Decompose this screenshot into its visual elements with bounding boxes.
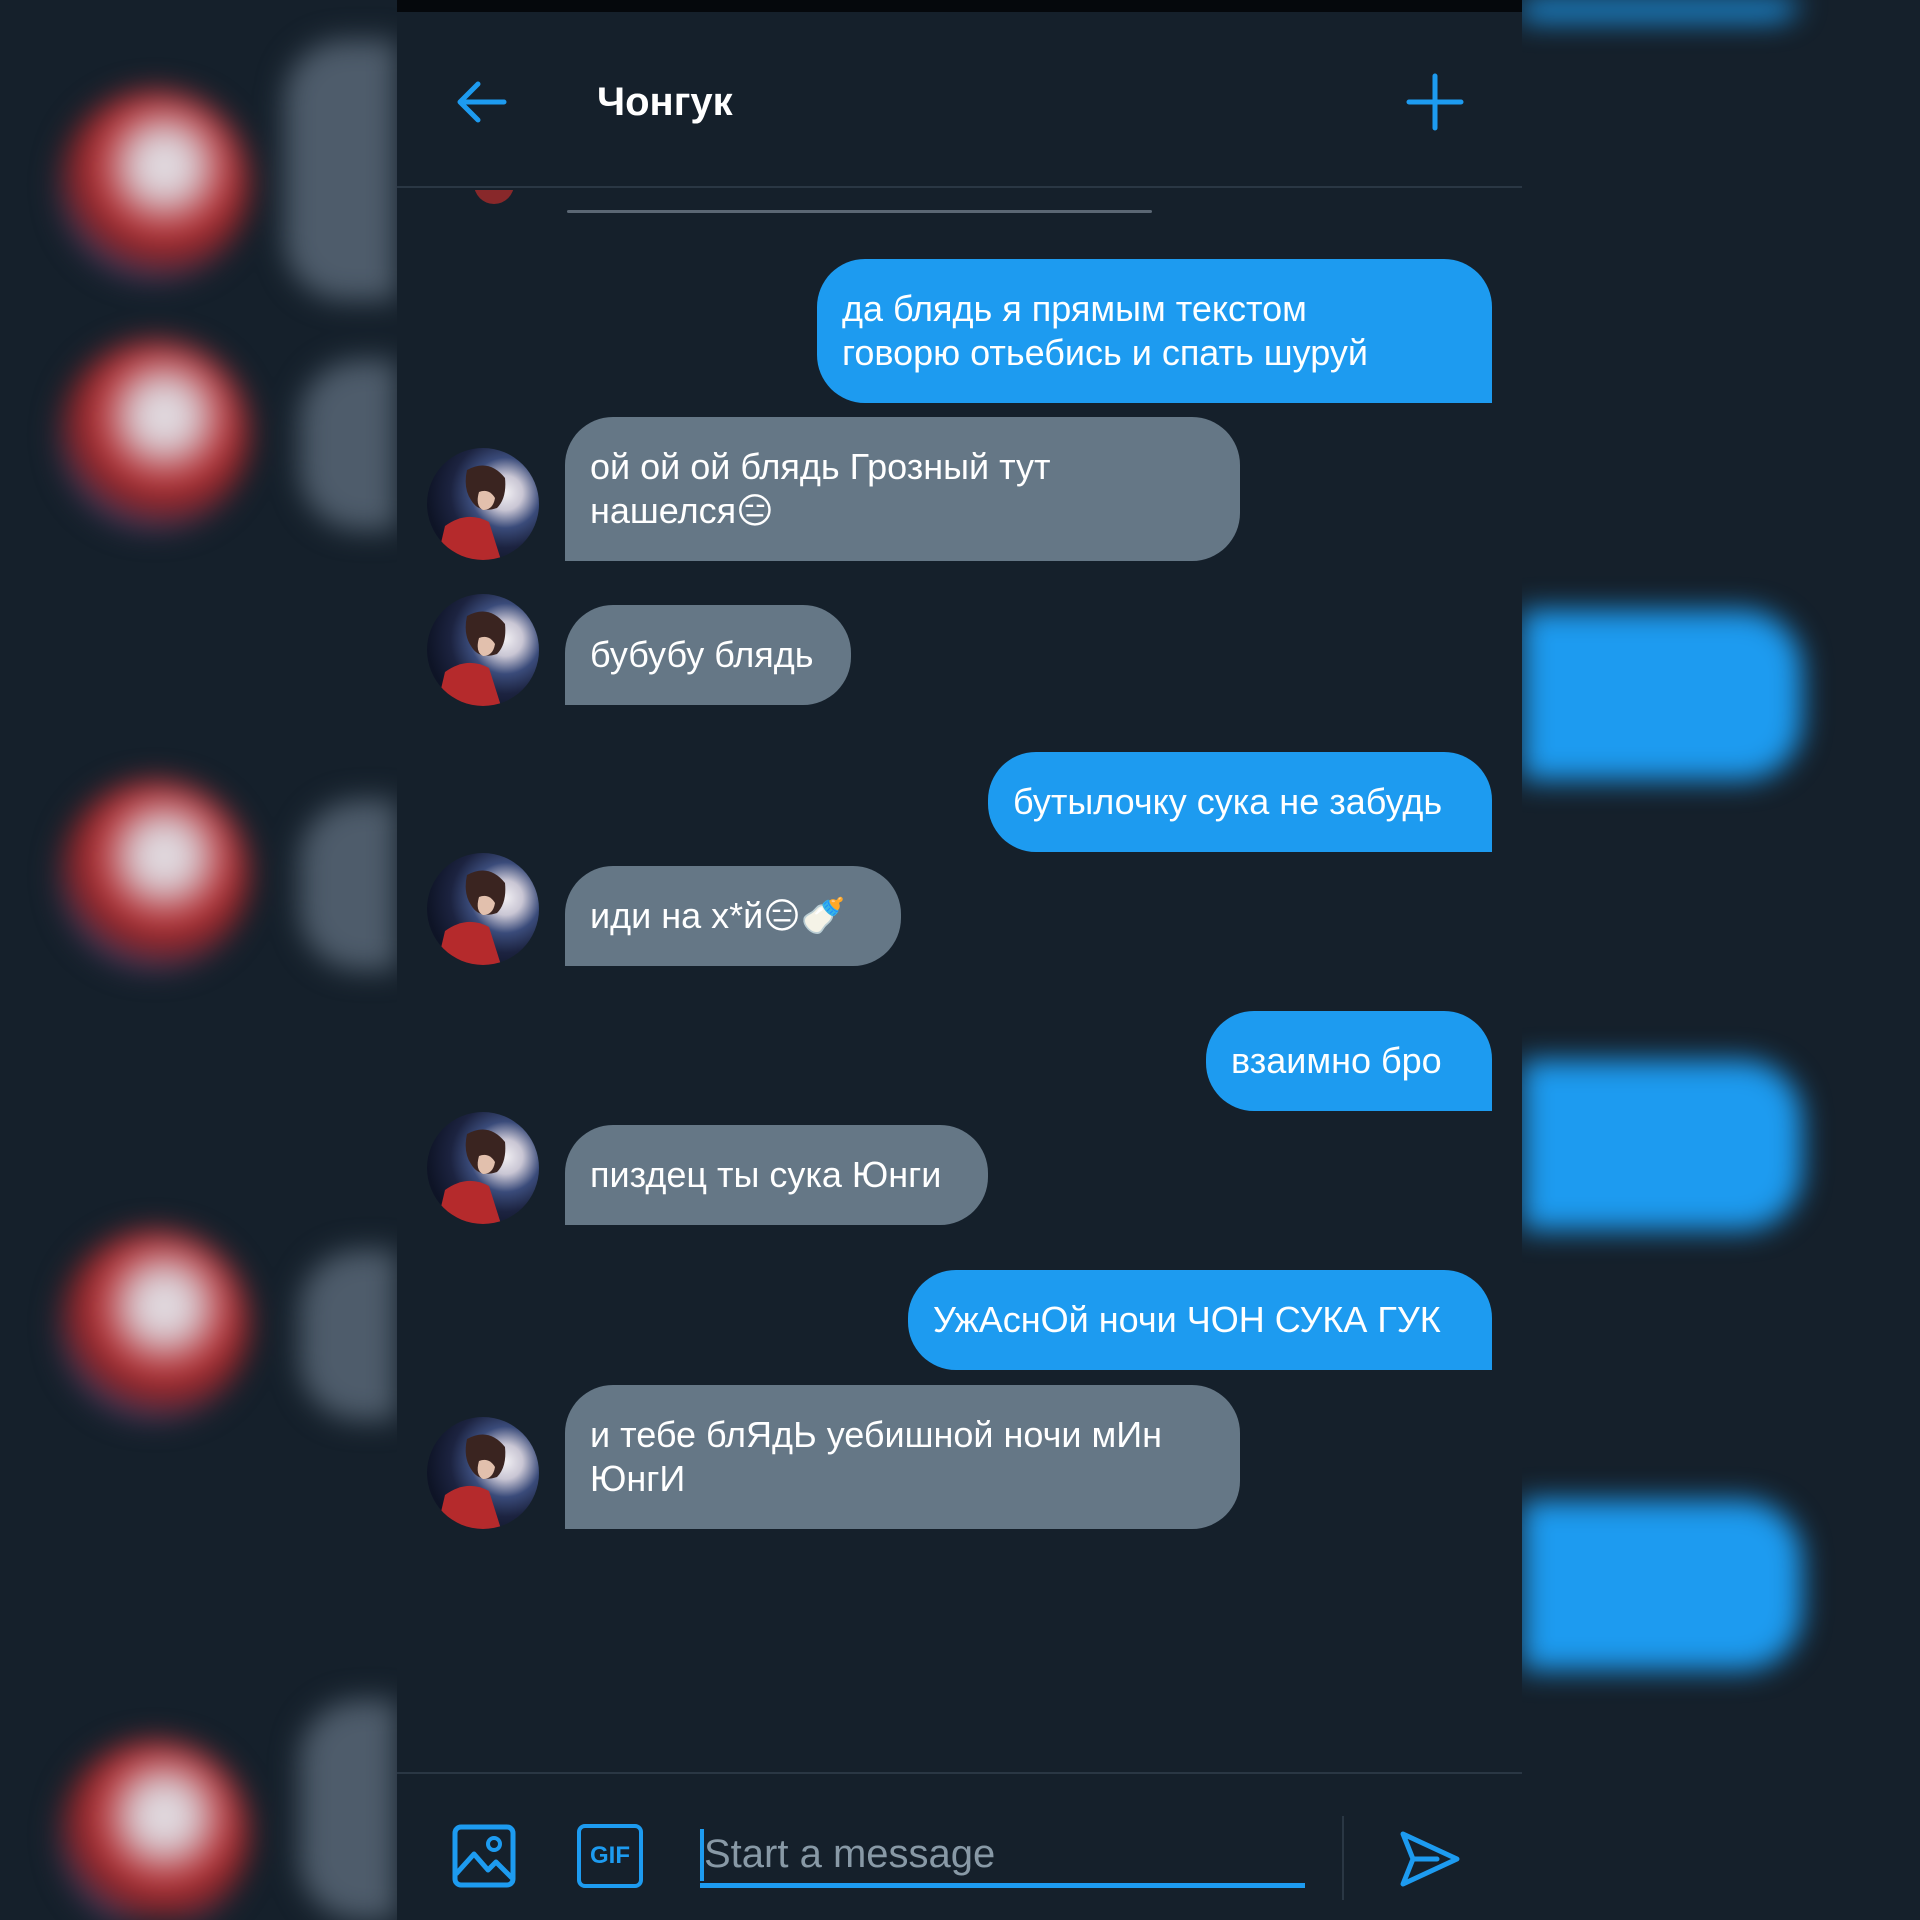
incoming-message[interactable]: пиздец ты сука Юнги [565, 1125, 988, 1225]
outgoing-message[interactable]: взаимно бро [1206, 1011, 1492, 1111]
message-text: ой ой ой блядь Грозный тут нашелся😑 [590, 446, 1051, 531]
image-icon [452, 1824, 516, 1888]
blurred-bubble [300, 800, 397, 970]
plus-icon [1406, 73, 1464, 131]
avatar[interactable] [427, 1417, 539, 1529]
avatar[interactable] [427, 1112, 539, 1224]
blurred-avatar [60, 340, 250, 530]
incoming-message[interactable]: иди на х*й😑🍼 [565, 866, 901, 966]
message-text: УжАснОй ночи ЧОН СУКА ГУК [933, 1299, 1441, 1340]
incoming-message[interactable]: ой ой ой блядь Грозный тут нашелся😑 [565, 417, 1240, 561]
send-icon [1400, 1831, 1460, 1887]
blurred-bubble [1522, 1060, 1802, 1230]
avatar[interactable] [427, 853, 539, 965]
blurred-avatar [60, 1230, 250, 1420]
avatar[interactable] [427, 594, 539, 706]
add-image-button[interactable] [452, 1824, 516, 1888]
blurred-bubble [285, 40, 397, 300]
gif-label: GIF [590, 1842, 630, 1869]
outgoing-message[interactable]: бутылочку сука не забудь [988, 752, 1492, 852]
message-text: иди на х*й😑🍼 [590, 895, 846, 936]
message-text: бубубу блядь [590, 634, 814, 675]
message-text: и тебе блЯдЬ уебишной ночи мИн ЮнгИ [590, 1414, 1163, 1499]
blurred-bubble [1522, 610, 1802, 780]
message-list[interactable]: да блядь я прямым текстом говорю отьебис… [397, 190, 1522, 1772]
profile-photo [427, 1417, 539, 1529]
profile-photo [427, 594, 539, 706]
blurred-bubble [1522, 0, 1802, 20]
incoming-message[interactable]: и тебе блЯдЬ уебишной ночи мИн ЮнгИ [565, 1385, 1240, 1529]
message-text: бутылочку сука не забудь [1013, 781, 1443, 822]
message-composer: GIF [397, 1772, 1522, 1920]
conversation-title[interactable]: Чонгук [597, 78, 733, 126]
blurred-bubble [300, 1700, 397, 1920]
status-bar [397, 0, 1522, 12]
message-bubble-edge [567, 210, 1152, 213]
avatar [474, 190, 514, 204]
blurred-bubble [300, 1250, 397, 1420]
message-text: пиздец ты сука Юнги [590, 1154, 942, 1195]
message-text: да блядь я прямым текстом говорю отьебис… [842, 288, 1368, 373]
profile-photo [427, 853, 539, 965]
send-button[interactable] [1397, 1826, 1463, 1892]
blurred-avatar [60, 90, 250, 280]
avatar[interactable] [427, 448, 539, 560]
message-input[interactable] [700, 1826, 1305, 1888]
blurred-background-right [1522, 0, 1920, 1920]
arrow-left-icon [457, 81, 507, 123]
blurred-background-left [0, 0, 397, 1920]
profile-photo [427, 1112, 539, 1224]
conversation-header: Чонгук [397, 12, 1522, 188]
new-message-button[interactable] [1405, 72, 1465, 132]
dm-conversation-screen: Чонгук да блядь я прямым текстом говорю … [397, 0, 1522, 1920]
message-text: взаимно бро [1231, 1040, 1442, 1081]
incoming-message[interactable]: бубубу блядь [565, 605, 851, 705]
blurred-avatar [60, 1740, 250, 1920]
gif-button[interactable]: GIF [577, 1824, 643, 1888]
outgoing-message[interactable]: да блядь я прямым текстом говорю отьебис… [817, 259, 1492, 403]
outgoing-message[interactable]: УжАснОй ночи ЧОН СУКА ГУК [908, 1270, 1492, 1370]
blurred-bubble [300, 360, 397, 530]
profile-photo [427, 448, 539, 560]
back-button[interactable] [452, 72, 512, 132]
blurred-avatar [60, 780, 250, 970]
text-cursor [700, 1829, 704, 1881]
divider [1342, 1816, 1344, 1900]
blurred-bubble [1522, 1500, 1802, 1670]
